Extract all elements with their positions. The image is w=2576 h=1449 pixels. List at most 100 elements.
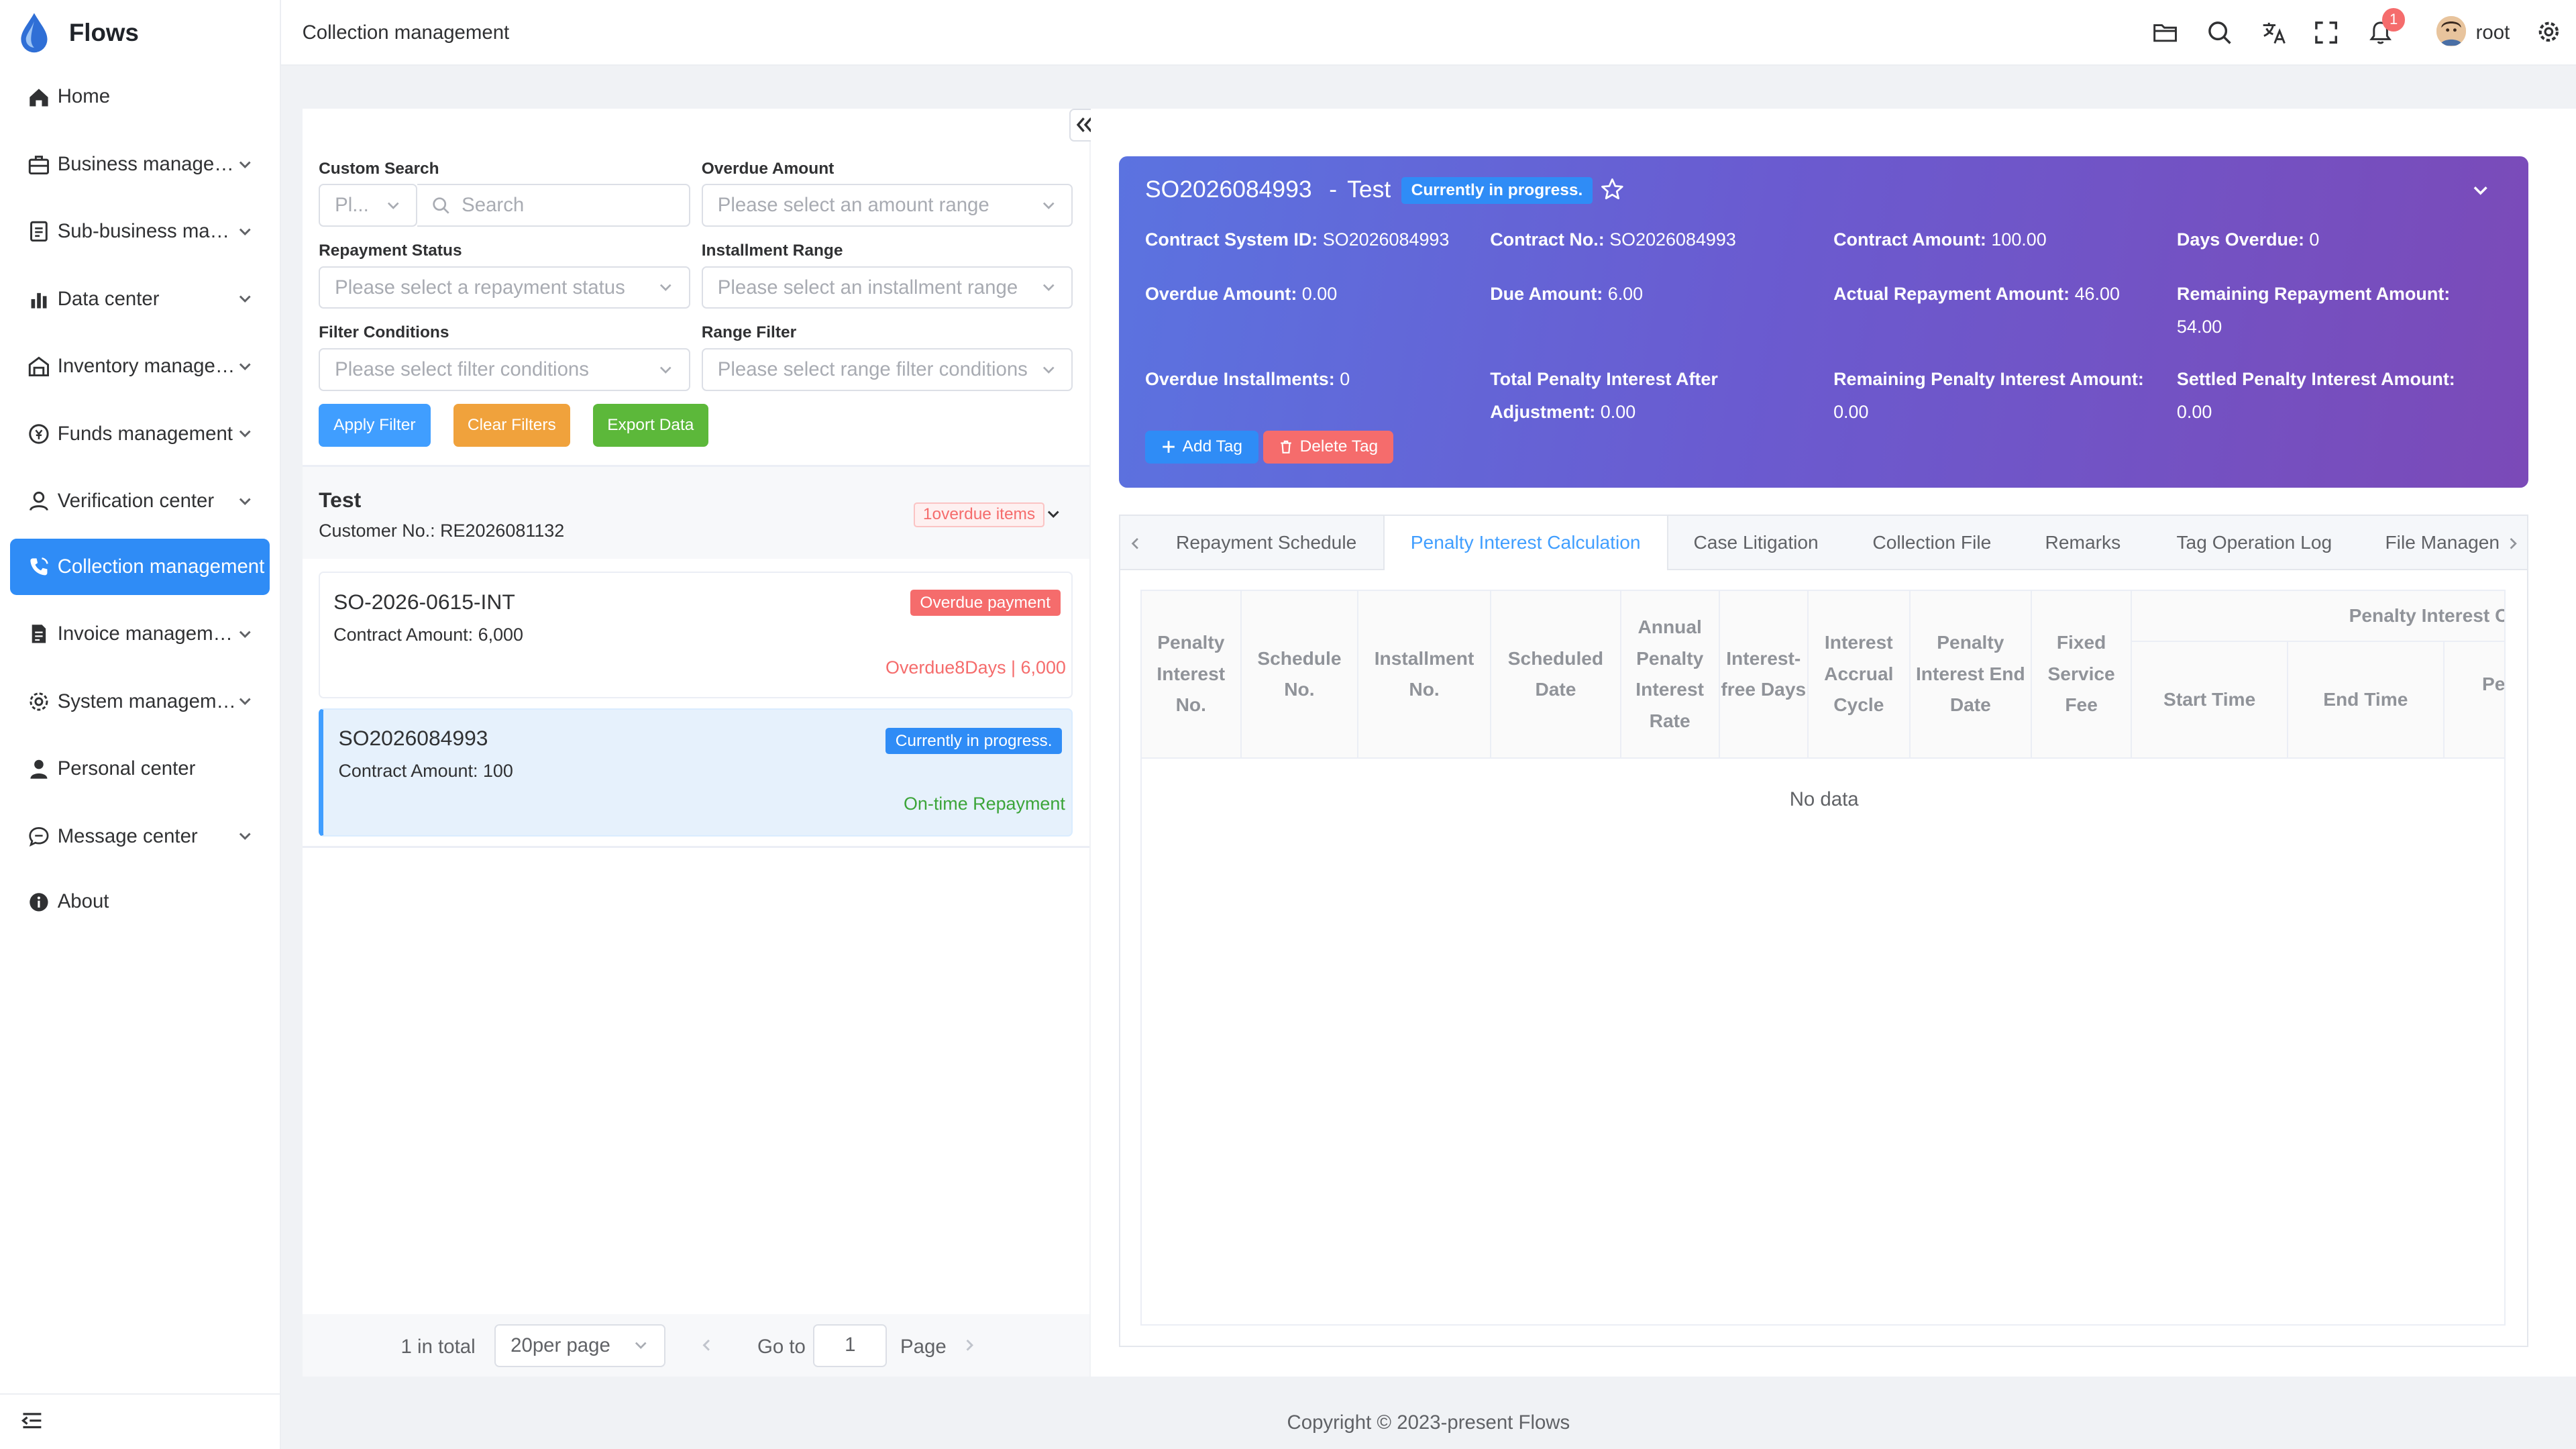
column-header[interactable]: Schedule No.: [1241, 591, 1358, 759]
search-field-select-value: Pl...: [335, 194, 369, 217]
column-header[interactable]: Scheduled Date: [1491, 591, 1621, 759]
chevron-down-icon: [239, 498, 251, 505]
sidebar-item-label: Inventory management: [57, 355, 237, 378]
sidebar-item-label: System management: [57, 690, 237, 712]
sidebar-item-message-center[interactable]: Message center: [10, 808, 270, 864]
fullscreen-icon[interactable]: [2313, 19, 2339, 46]
chevron-down-icon[interactable]: [2471, 180, 2490, 200]
contract-title-customer: Test: [1347, 176, 1391, 203]
avatar[interactable]: [2436, 16, 2466, 46]
field-remaining-repayment: Remaining Repayment Amount: 54.00: [2176, 283, 2451, 337]
sidebar-item-data-center[interactable]: Data center: [10, 271, 270, 327]
tabs-scroll-right-icon[interactable]: [2505, 535, 2521, 551]
column-header[interactable]: Penalty Interest No.: [1141, 591, 1242, 759]
sidebar-item-verification-center[interactable]: Verification center: [10, 473, 270, 529]
overdue-amount-select[interactable]: Please select an amount range: [701, 184, 1073, 227]
export-data-button[interactable]: Export Data: [593, 404, 708, 447]
field-contract-no: Contract No.: SO2026084993: [1490, 229, 1736, 250]
tab-case-litigation[interactable]: Case Litigation: [1693, 516, 1818, 570]
page-number-input[interactable]: 1: [813, 1324, 888, 1367]
sidebar-collapse-bar: [0, 1393, 281, 1449]
tab-repayment-schedule[interactable]: Repayment Schedule: [1176, 516, 1356, 570]
search-field-select[interactable]: Pl...: [319, 184, 418, 227]
column-header[interactable]: Interest Accrual Cycle: [1808, 591, 1911, 759]
chevron-down-icon: [1042, 284, 1055, 292]
column-header[interactable]: Start Time: [2132, 642, 2288, 759]
contract-id: SO-2026-0615-INT: [333, 590, 515, 614]
range-filter-select[interactable]: Please select range filter conditions: [701, 348, 1073, 391]
column-header[interactable]: Installment No.: [1358, 591, 1492, 759]
filter-conditions-select[interactable]: Please select filter conditions: [319, 348, 690, 391]
collapse-sidebar-icon[interactable]: [21, 1411, 43, 1430]
chevron-down-icon[interactable]: [1045, 506, 1061, 522]
apply-filter-button[interactable]: Apply Filter: [319, 404, 431, 447]
installment-range-select[interactable]: Please select an installment range: [701, 266, 1073, 309]
chevron-down-icon: [659, 284, 672, 292]
chevron-down-icon: [659, 366, 672, 374]
pagination-total: 1 in total: [400, 1336, 476, 1358]
column-header[interactable]: Penalty Interest End Date: [1910, 591, 2032, 759]
tab-tag-operation-log[interactable]: Tag Operation Log: [2176, 516, 2332, 570]
breadcrumb[interactable]: Collection management: [303, 21, 510, 44]
add-tag-label: Add Tag: [1182, 437, 1242, 456]
column-header[interactable]: End Time: [2288, 642, 2445, 759]
folder-icon[interactable]: [2152, 19, 2178, 46]
chevron-down-icon: [239, 430, 251, 438]
sidebar-item-business-management[interactable]: Business management: [10, 136, 270, 192]
column-header[interactable]: Annual Penalty Interest Rate: [1621, 591, 1720, 759]
delete-tag-label: Delete Tag: [1299, 437, 1379, 456]
range-filter-label: Range Filter: [701, 323, 797, 342]
tab-file-management[interactable]: File Managen: [2385, 516, 2500, 570]
list-divider: [302, 846, 1089, 848]
flows-logo-icon: [21, 13, 48, 53]
sidebar-item-label: Data center: [57, 287, 160, 310]
chevron-down-icon: [239, 161, 251, 168]
translate-icon[interactable]: [2261, 19, 2287, 46]
field-days-overdue: Days Overdue: 0: [2176, 229, 2320, 250]
app-logo[interactable]: Flows: [16, 11, 139, 54]
search-input[interactable]: Search: [417, 184, 690, 227]
add-tag-button[interactable]: Add Tag: [1144, 430, 1258, 464]
repayment-status-select[interactable]: Please select a repayment status: [319, 266, 690, 309]
settings-gear-icon[interactable]: [2536, 19, 2561, 44]
filter-conditions-label: Filter Conditions: [319, 323, 449, 342]
username[interactable]: root: [2476, 21, 2510, 44]
chevron-down-icon: [387, 202, 399, 209]
tabs-scroll-left-icon[interactable]: [1127, 535, 1143, 551]
sidebar-item-collection-management[interactable]: Collection management: [9, 539, 270, 595]
field-due-amount: Due Amount: 6.00: [1490, 283, 1644, 304]
sidebar-item-system-management[interactable]: System management: [10, 674, 270, 729]
chat-icon: [28, 826, 49, 847]
tab-remarks[interactable]: Remarks: [2045, 516, 2121, 570]
tab-collection-file[interactable]: Collection File: [1872, 516, 1991, 570]
column-header[interactable]: Per Inte Da: [2444, 642, 2504, 759]
prev-page-icon[interactable]: [698, 1337, 714, 1353]
warehouse-icon: [28, 356, 49, 377]
sidebar-item-funds-management[interactable]: Funds management: [10, 406, 270, 462]
search-icon[interactable]: [2206, 19, 2233, 46]
sidebar-item-about[interactable]: About: [10, 874, 270, 930]
penalty-interest-table: Penalty Interest No. Schedule No. Instal…: [1140, 590, 2506, 1326]
column-header[interactable]: Fixed Service Fee: [2031, 591, 2133, 759]
gear-icon: [30, 692, 48, 711]
sidebar-item-inventory-management[interactable]: Inventory management: [10, 338, 270, 394]
sidebar-item-personal-center[interactable]: Personal center: [10, 741, 270, 796]
sidebar-item-sub-business-management[interactable]: Sub-business management: [10, 204, 270, 260]
avatar-image-icon: [2436, 16, 2466, 46]
star-icon[interactable]: [1600, 177, 1625, 202]
clear-filters-button[interactable]: Clear Filters: [453, 404, 570, 447]
customer-name: Test: [319, 488, 362, 513]
page-size-select[interactable]: 20per page: [494, 1324, 665, 1367]
sidebar-item-invoice-management[interactable]: Invoice management: [10, 606, 270, 662]
installment-range-placeholder: Please select an installment range: [717, 276, 1018, 299]
repayment-status-placeholder: Please select a repayment status: [335, 276, 625, 299]
column-header[interactable]: Interest-free Days: [1719, 591, 1809, 759]
delete-tag-button[interactable]: Delete Tag: [1263, 430, 1393, 464]
sidebar-item-home[interactable]: Home: [10, 69, 270, 125]
column-group-header[interactable]: Penalty Interest C: [2132, 591, 2504, 643]
sidebar-item-label: Message center: [57, 824, 198, 847]
tab-penalty-interest-calculation[interactable]: Penalty Interest Calculation: [1383, 515, 1668, 572]
chevron-down-icon: [239, 698, 251, 706]
next-page-icon[interactable]: [961, 1337, 977, 1353]
tab-file-management-clip: File Managen: [2385, 516, 2500, 570]
